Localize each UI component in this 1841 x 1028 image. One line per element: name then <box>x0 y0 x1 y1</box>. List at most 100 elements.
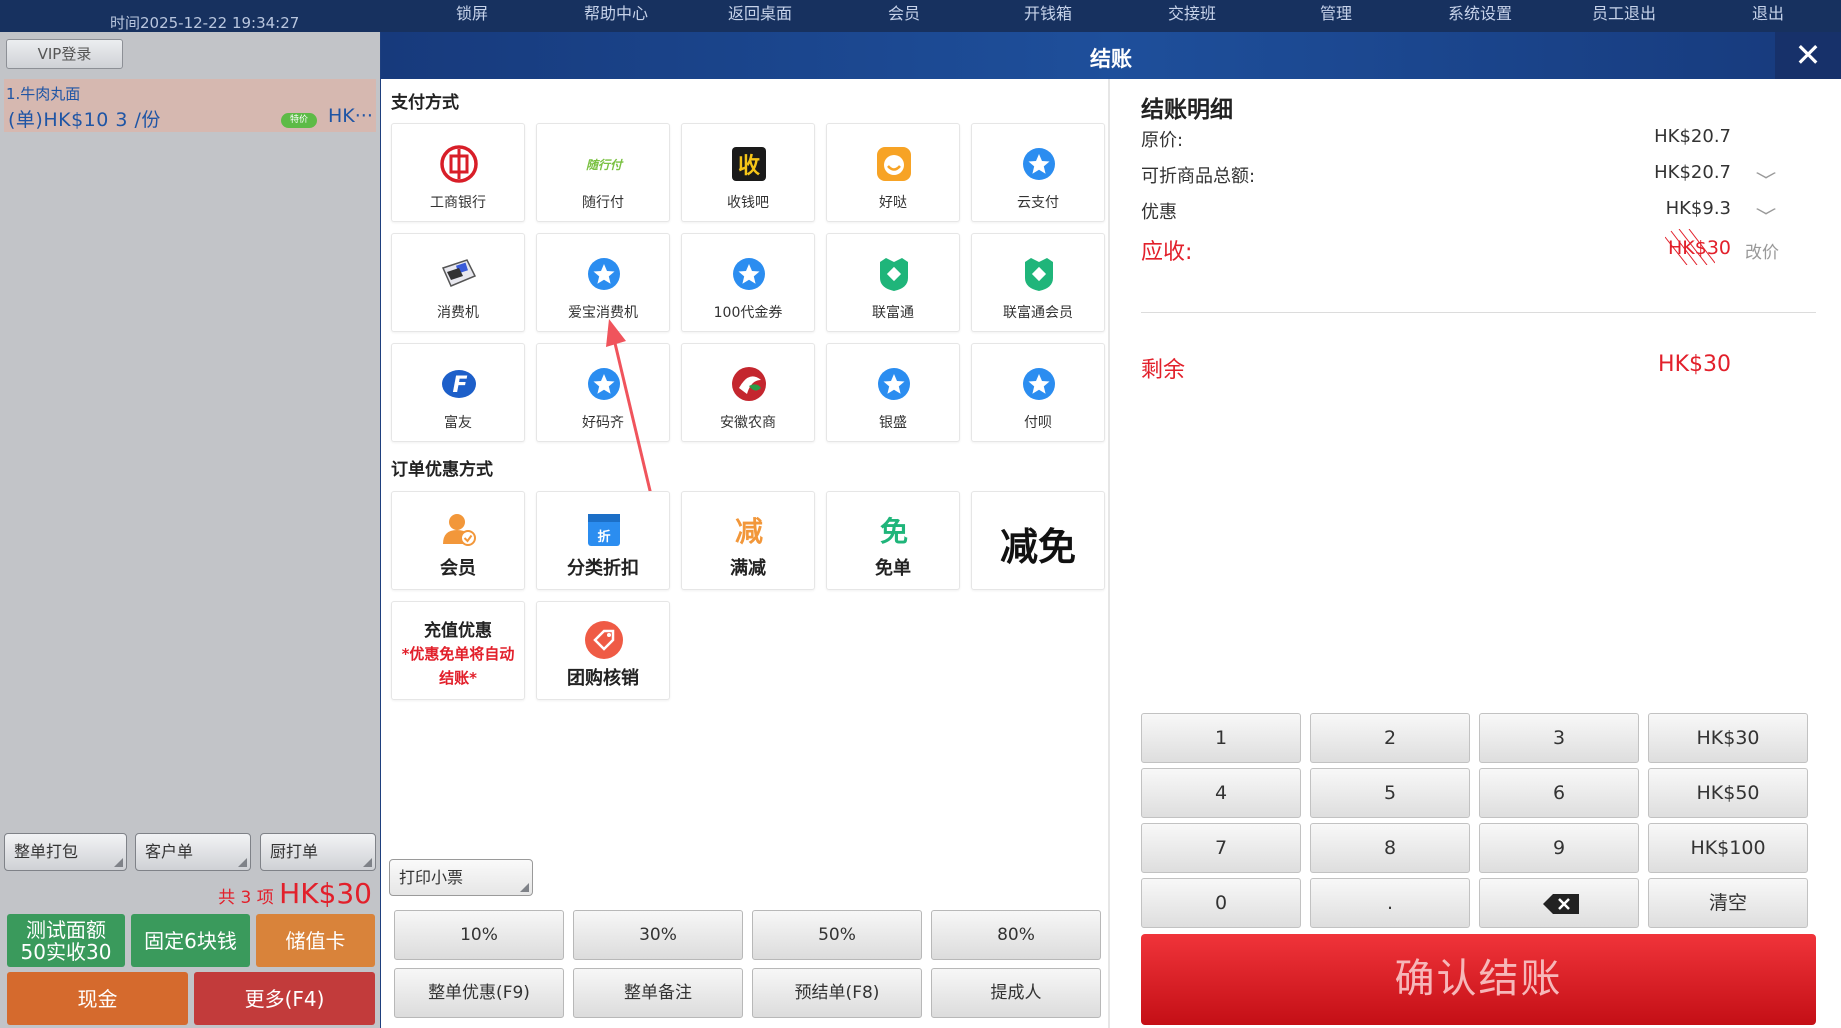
pay-lianfutong[interactable]: 联富通 <box>826 233 960 332</box>
discount-recharge[interactable]: 充值优惠 *优惠免单将自动结账* <box>391 601 525 700</box>
test-denomination-button[interactable]: 测试面额 50实收30 <box>7 914 125 967</box>
key-2[interactable]: 2 <box>1310 713 1470 763</box>
discount-waive[interactable]: 减免 <box>971 491 1105 590</box>
order-item[interactable]: 1.牛肉丸面 (单)HK$10 3 /份 特价 HK··· <box>4 79 376 132</box>
pos-machine-icon <box>441 259 477 287</box>
nav-manage[interactable]: 管理 <box>1264 0 1408 27</box>
category-discount-icon: 折 <box>588 514 620 546</box>
discount-free[interactable]: 免 免单 <box>826 491 960 590</box>
recharge-title: 充值优惠 <box>424 621 492 641</box>
fixed-six-button[interactable]: 固定6块钱 <box>131 914 250 967</box>
discount-full-reduction[interactable]: 减 满减 <box>681 491 815 590</box>
confirm-checkout-button[interactable]: 确认结账 <box>1141 934 1816 1025</box>
nav-back-desktop[interactable]: 返回桌面 <box>688 0 832 27</box>
nav-member[interactable]: 会员 <box>832 0 976 27</box>
percent-10-button[interactable]: 10% <box>394 910 564 960</box>
top-nav: 锁屏 帮助中心 返回桌面 会员 开钱箱 交接班 管理 系统设置 员工退出 退出 <box>400 0 1840 27</box>
nav-staff-logout[interactable]: 员工退出 <box>1552 0 1696 27</box>
discount-free-label: 免单 <box>875 558 911 579</box>
pay-fubei[interactable]: 付呗 <box>971 343 1105 442</box>
discountable-total-row[interactable]: 可折商品总额: HK$20.7 <box>1141 162 1776 188</box>
key-7[interactable]: 7 <box>1141 823 1301 873</box>
pay-haoda[interactable]: 好哒 <box>826 123 960 222</box>
print-ticket-button[interactable]: 打印小票 <box>389 859 533 896</box>
suixingfu-icon: 随行付 <box>586 158 624 172</box>
pay-fuyou[interactable]: F 富友 <box>391 343 525 442</box>
kitchen-print-button[interactable]: 厨打单 <box>260 833 376 871</box>
summary-divider <box>1141 312 1816 313</box>
close-icon[interactable]: ✕ <box>1775 32 1841 79</box>
discount-member[interactable]: 会员 <box>391 491 525 590</box>
vip-login-button[interactable]: VIP登录 <box>6 39 123 69</box>
original-price-value: HK$20.7 <box>1654 126 1731 147</box>
customer-ticket-button[interactable]: 客户单 <box>135 833 251 871</box>
pay-yinsheng[interactable]: 银盛 <box>826 343 960 442</box>
pay-pos-machine[interactable]: 消费机 <box>391 233 525 332</box>
whole-remark-button[interactable]: 整单备注 <box>573 968 743 1018</box>
key-hk30[interactable]: HK$30 <box>1648 713 1808 763</box>
percent-80-button[interactable]: 80% <box>931 910 1101 960</box>
total-amount: HK$30 <box>279 877 372 910</box>
chevron-down-icon[interactable] <box>1756 167 1776 179</box>
discountable-total-value: HK$20.7 <box>1654 162 1731 183</box>
key-8[interactable]: 8 <box>1310 823 1470 873</box>
nav-open-cashbox[interactable]: 开钱箱 <box>976 0 1120 27</box>
pay-cloud[interactable]: 云支付 <box>971 123 1105 222</box>
pay-label: 100代金券 <box>713 305 783 321</box>
key-6[interactable]: 6 <box>1479 768 1639 818</box>
commission-staff-button[interactable]: 提成人 <box>931 968 1101 1018</box>
key-5[interactable]: 5 <box>1310 768 1470 818</box>
whole-discount-button[interactable]: 整单优惠(F9) <box>394 968 564 1018</box>
pay-suixingfu[interactable]: 随行付 随行付 <box>536 123 670 222</box>
group-buy-tag-icon <box>585 621 623 659</box>
pay-anhui-bank[interactable]: 安徽农商 <box>681 343 815 442</box>
svg-text:减: 减 <box>735 515 763 548</box>
stored-value-card-button[interactable]: 储值卡 <box>256 914 375 967</box>
discount-group-buy[interactable]: 团购核销 <box>536 601 670 700</box>
discount-category[interactable]: 折 分类折扣 <box>536 491 670 590</box>
pay-icbc[interactable]: 工商银行 <box>391 123 525 222</box>
lianfutong-icon <box>880 258 908 291</box>
special-price-badge: 特价 <box>281 113 317 128</box>
whole-pack-button[interactable]: 整单打包 <box>4 833 127 871</box>
key-hk100[interactable]: HK$100 <box>1648 823 1808 873</box>
pay-lianfutong-member[interactable]: 联富通会员 <box>971 233 1105 332</box>
pay-voucher-100[interactable]: 100代金券 <box>681 233 815 332</box>
backspace-icon <box>1543 894 1579 914</box>
nav-exit[interactable]: 退出 <box>1696 0 1840 27</box>
nav-shift-handover[interactable]: 交接班 <box>1120 0 1264 27</box>
order-total: 共 3 项 HK$30 <box>218 877 372 910</box>
total-unit: 项 <box>256 888 274 908</box>
member-icon <box>443 514 476 546</box>
change-price-link[interactable]: 改价 <box>1745 238 1779 263</box>
key-hk50[interactable]: HK$50 <box>1648 768 1808 818</box>
discount-row[interactable]: 优惠 HK$9.3 <box>1141 198 1776 224</box>
test-denomination-line2: 50实收30 <box>20 939 112 964</box>
key-dot[interactable]: . <box>1310 878 1470 928</box>
summary-title: 结账明细 <box>1141 97 1233 123</box>
cash-button[interactable]: 现金 <box>7 972 188 1025</box>
nav-lock-screen[interactable]: 锁屏 <box>400 0 544 27</box>
nav-help-center[interactable]: 帮助中心 <box>544 0 688 27</box>
nav-system-settings[interactable]: 系统设置 <box>1408 0 1552 27</box>
discount-category-label: 分类折扣 <box>567 558 639 579</box>
dialog-header: 结账 ✕ <box>381 32 1841 79</box>
star-icon <box>1023 148 1055 180</box>
chevron-down-icon[interactable] <box>1756 203 1776 215</box>
key-clear[interactable]: 清空 <box>1648 878 1808 928</box>
pre-bill-button[interactable]: 预结单(F8) <box>752 968 922 1018</box>
order-item-name: 1.牛肉丸面 <box>6 85 81 103</box>
discount-full-reduction-label: 满减 <box>730 558 766 579</box>
key-0[interactable]: 0 <box>1141 878 1301 928</box>
key-backspace[interactable] <box>1479 878 1639 928</box>
more-button[interactable]: 更多(F4) <box>194 972 375 1025</box>
strike-hatch-icon <box>1664 229 1715 265</box>
key-9[interactable]: 9 <box>1479 823 1639 873</box>
total-prefix: 共 <box>218 888 236 908</box>
key-3[interactable]: 3 <box>1479 713 1639 763</box>
percent-50-button[interactable]: 50% <box>752 910 922 960</box>
key-4[interactable]: 4 <box>1141 768 1301 818</box>
pay-shouqianba[interactable]: 收 收钱吧 <box>681 123 815 222</box>
percent-30-button[interactable]: 30% <box>573 910 743 960</box>
key-1[interactable]: 1 <box>1141 713 1301 763</box>
